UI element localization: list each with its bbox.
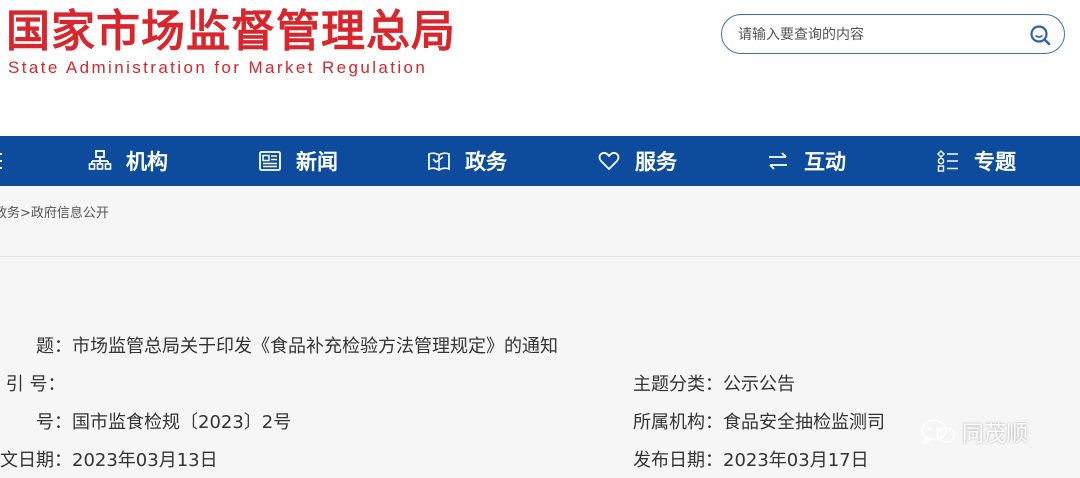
watermark: 同茂顺 bbox=[920, 416, 1028, 448]
heart-icon bbox=[598, 151, 620, 170]
doc-org-label: 所属机构 bbox=[633, 412, 705, 433]
doc-title-label: 标 题 bbox=[0, 336, 54, 357]
doc-publish-date-colon: ： bbox=[705, 450, 723, 471]
news-icon bbox=[259, 151, 281, 171]
doc-date-written-label: 成文日期 bbox=[0, 450, 54, 471]
doc-title-value: 市场监管总局关于印发《食品补充检验方法管理规定》的通知 bbox=[72, 336, 558, 357]
site-logo-english[interactable]: State Administration for Market Regulati… bbox=[8, 58, 427, 78]
doc-title-row: 标 题：市场监管总局关于印发《食品补充检验方法管理规定》的通知 bbox=[0, 332, 558, 358]
nav-item-interaction[interactable]: 互动 bbox=[766, 136, 846, 186]
doc-org-row: 所属机构：食品安全抽检监测司 bbox=[633, 408, 885, 434]
doc-title-colon: ： bbox=[54, 336, 72, 357]
doc-category-colon: ： bbox=[705, 374, 723, 395]
search-input[interactable] bbox=[736, 23, 1020, 47]
site-logo-chinese[interactable]: 国家市场监督管理总局 bbox=[6, 6, 456, 58]
doc-number-label: 文 号 bbox=[0, 412, 54, 433]
nav-label-interaction: 互动 bbox=[804, 150, 846, 174]
doc-index-colon: ： bbox=[47, 374, 66, 395]
doc-category-label: 主题分类 bbox=[633, 374, 705, 395]
search-box[interactable] bbox=[721, 14, 1065, 54]
breadcrumb-separator: > bbox=[20, 206, 31, 221]
doc-publish-date-row: 发布日期：2023年03月17日 bbox=[633, 446, 869, 472]
breadcrumb-item-info-disclosure[interactable]: 政府信息公开 bbox=[31, 206, 109, 221]
breadcrumb-item-government[interactable]: 政务 bbox=[0, 206, 20, 221]
nav-label-government: 政务 bbox=[465, 150, 507, 174]
nav-label-org: 机构 bbox=[126, 150, 168, 174]
doc-number-value: 国市监食检规〔2023〕2号 bbox=[72, 412, 292, 433]
nav-label-service: 服务 bbox=[635, 150, 677, 174]
doc-index-row: 索 引 号： bbox=[0, 370, 65, 396]
org-chart-icon bbox=[88, 150, 112, 170]
doc-category-value: 公示公告 bbox=[723, 374, 795, 395]
nav-item-org[interactable]: 机构 bbox=[88, 136, 168, 186]
nav-label-topics: 专题 bbox=[974, 150, 1016, 174]
site-header: 国家市场监督管理总局 State Administration for Mark… bbox=[0, 0, 1080, 136]
watermark-text: 同茂顺 bbox=[962, 422, 1029, 447]
nav-home-icon[interactable] bbox=[0, 150, 4, 172]
doc-publish-date-label: 发布日期 bbox=[633, 450, 705, 471]
topics-list-icon bbox=[937, 150, 958, 172]
doc-number-colon: ： bbox=[54, 412, 72, 433]
nav-item-government[interactable]: 政务 bbox=[427, 136, 507, 186]
nav-item-news[interactable]: 新闻 bbox=[258, 136, 338, 186]
wechat-icon bbox=[921, 419, 956, 446]
doc-publish-date-value: 2023年03月17日 bbox=[723, 450, 869, 471]
main-nav: 机构 新闻 政务 服务 互动 专题 bbox=[0, 136, 1080, 186]
doc-index-label: 索 引 号 bbox=[0, 374, 48, 395]
doc-number-row: 文 号：国市监食检规〔2023〕2号 bbox=[0, 408, 291, 434]
doc-org-value: 食品安全抽检监测司 bbox=[723, 412, 885, 433]
search-icon[interactable] bbox=[1028, 23, 1052, 47]
nav-item-service[interactable]: 服务 bbox=[597, 136, 677, 186]
government-book-icon bbox=[428, 152, 450, 171]
nav-item-topics[interactable]: 专题 bbox=[936, 136, 1016, 186]
doc-date-written-value: 2023年03月13日 bbox=[72, 450, 218, 471]
breadcrumb: 政务>政府信息公开 bbox=[0, 202, 109, 221]
document-info-panel bbox=[0, 257, 1080, 478]
doc-category-row: 主题分类：公示公告 bbox=[633, 370, 795, 396]
doc-org-colon: ： bbox=[705, 412, 723, 433]
nav-label-news: 新闻 bbox=[296, 150, 338, 174]
doc-date-written-colon: ： bbox=[54, 450, 72, 471]
breadcrumb-bar: 政务>政府信息公开 bbox=[0, 186, 1080, 257]
doc-date-written-row: 成文日期：2023年03月13日 bbox=[0, 446, 218, 472]
exchange-arrows-icon bbox=[769, 152, 787, 170]
